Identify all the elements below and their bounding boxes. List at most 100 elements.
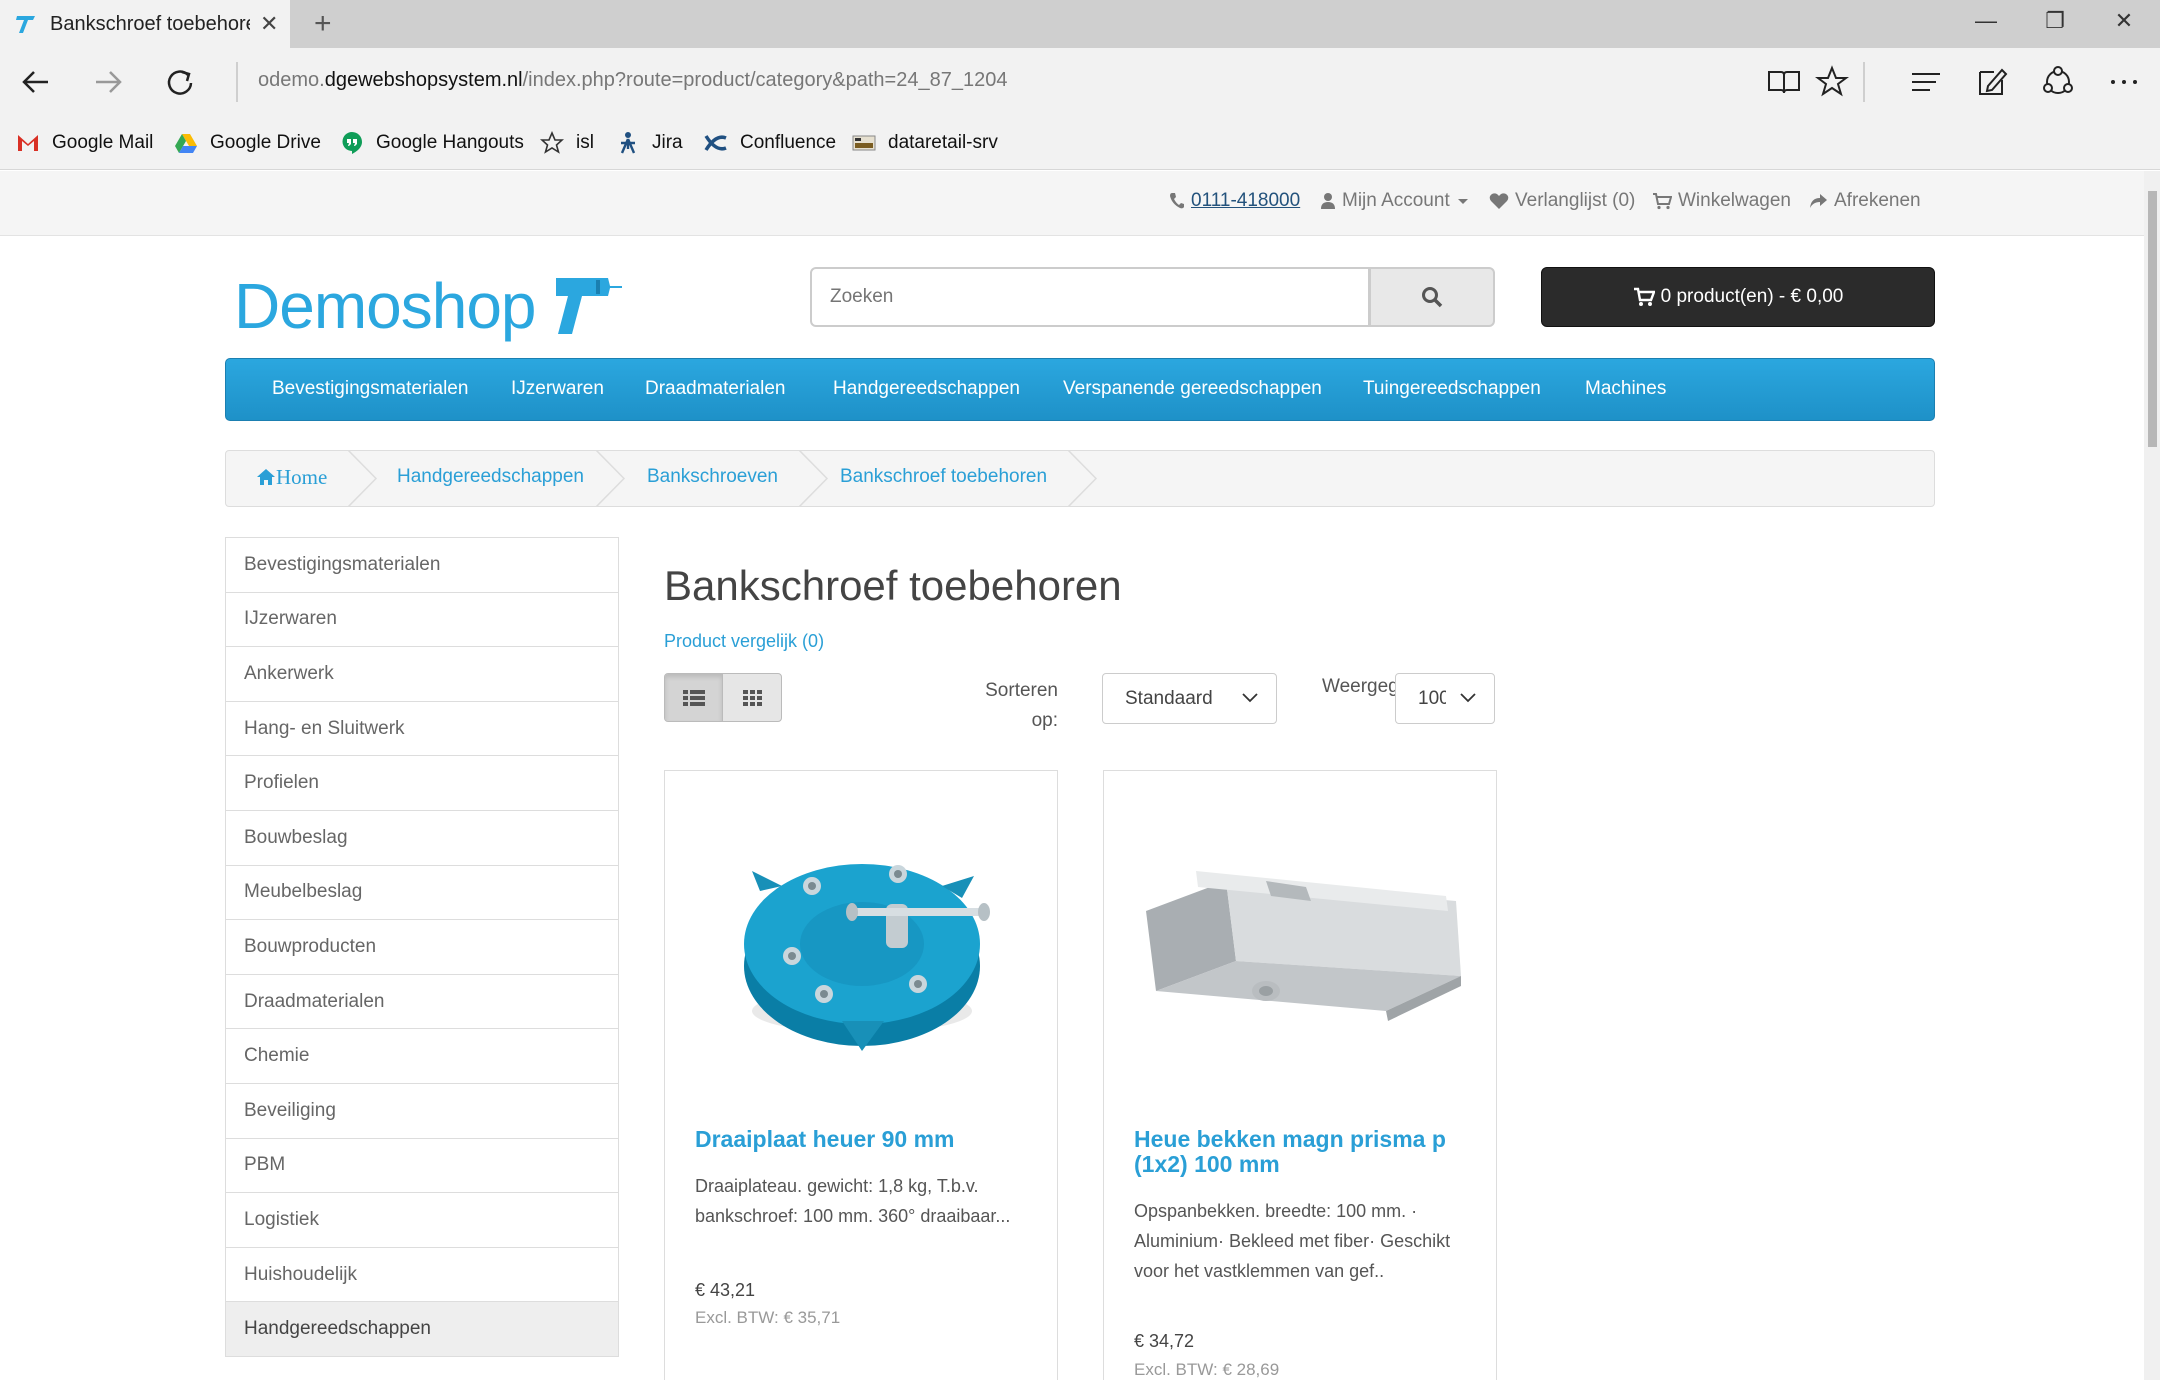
browser-tab[interactable]: Bankschroef toebehoren ✕ xyxy=(0,0,290,48)
share-arrow-icon xyxy=(1810,194,1827,208)
drill-logo-icon xyxy=(556,278,622,334)
breadcrumb-item[interactable]: Handgereedschappen xyxy=(397,466,584,488)
my-account-dropdown[interactable]: Mijn Account xyxy=(1320,190,1470,212)
restore-button[interactable]: ❐ xyxy=(2035,8,2075,34)
favorite-star-icon[interactable] xyxy=(1812,62,1852,102)
sidebar-item[interactable]: Bouwbeslag xyxy=(225,809,619,866)
menu-item-bevestigingsmaterialen[interactable]: Bevestigingsmaterialen xyxy=(272,378,468,400)
limit-label: Weergeg xyxy=(1322,676,1396,697)
tab-close-icon[interactable]: ✕ xyxy=(260,11,278,37)
breadcrumb-home[interactable]: Home xyxy=(256,465,327,490)
favorite-google-drive[interactable]: Google Drive xyxy=(174,130,321,156)
browser-tab-bar: Bankschroef toebehoren ✕ + — ❐ ✕ xyxy=(0,0,2160,48)
heart-icon xyxy=(1489,193,1509,209)
sidebar-item[interactable]: Meubelbeslag xyxy=(225,864,619,921)
breadcrumb-separator xyxy=(348,451,378,506)
menu-item-draadmaterialen[interactable]: Draadmaterialen xyxy=(645,378,785,400)
sort-select[interactable]: Standaard xyxy=(1102,673,1277,724)
cart-summary-button[interactable]: 0 product(en) - € 0,00 xyxy=(1541,267,1935,327)
minimize-button[interactable]: — xyxy=(1966,8,2006,34)
back-icon[interactable] xyxy=(12,58,60,106)
favorite-dataretail-srv[interactable]: dataretail-srv xyxy=(852,130,998,156)
page-title: Bankschroef toebehoren xyxy=(664,562,1122,609)
product-compare-link[interactable]: Product vergelijk (0) xyxy=(664,631,824,652)
top-info-bar: 0111-418000 Mijn Account Verlanglijst (0… xyxy=(0,171,2144,236)
sidebar-item[interactable]: Draadmaterialen xyxy=(225,973,619,1030)
more-icon[interactable] xyxy=(2104,62,2144,102)
jira-icon xyxy=(616,131,640,155)
star-icon xyxy=(540,131,564,155)
favorite-confluence[interactable]: Confluence xyxy=(704,130,836,156)
reading-view-icon[interactable] xyxy=(1764,62,1804,102)
breadcrumb-item-current[interactable]: Bankschroef toebehoren xyxy=(840,466,1047,488)
sidebar-item[interactable]: PBM xyxy=(225,1137,619,1194)
wishlist-link[interactable]: Verlanglijst (0) xyxy=(1489,190,1635,212)
product-image[interactable] xyxy=(1132,811,1470,1071)
sidebar-item[interactable]: Bouwproducten xyxy=(225,919,619,975)
new-tab-button[interactable]: + xyxy=(314,7,332,41)
sidebar-item[interactable]: IJzerwaren xyxy=(225,591,619,648)
shop-logo[interactable]: Demoshop xyxy=(234,269,536,343)
hub-icon[interactable] xyxy=(1906,62,1946,102)
favicon-icon xyxy=(16,16,35,33)
phone-icon xyxy=(1170,193,1184,209)
url-field[interactable]: odemo.dgewebshopsystem.nl/index.php?rout… xyxy=(258,69,1007,92)
search-button[interactable] xyxy=(1369,267,1495,327)
phone-link[interactable]: 0111-418000 xyxy=(1169,190,1300,212)
page-viewport: 0111-418000 Mijn Account Verlanglijst (0… xyxy=(0,171,2144,1380)
scrollbar-thumb[interactable] xyxy=(2148,191,2157,447)
grid-icon xyxy=(743,689,762,706)
menu-item-machines[interactable]: Machines xyxy=(1585,378,1666,400)
sidebar-item[interactable]: Ankerwerk xyxy=(225,646,619,702)
product-card: Draaiplaat heuer 90 mm Draaiplateau. gew… xyxy=(664,770,1058,1380)
sidebar-item[interactable]: Beveiliging xyxy=(225,1082,619,1139)
share-icon[interactable] xyxy=(2038,62,2078,102)
sidebar-item[interactable]: Profielen xyxy=(225,755,619,811)
gmail-icon xyxy=(16,131,40,155)
user-icon xyxy=(1321,193,1335,209)
sidebar-item[interactable]: Hang- en Sluitwerk xyxy=(225,700,619,757)
shopping-cart-link[interactable]: Winkelwagen xyxy=(1652,190,1791,212)
limit-select[interactable]: 100 xyxy=(1395,673,1495,724)
product-name-link[interactable]: Heue bekken magn prisma p (1x2) 100 mm xyxy=(1134,1127,1474,1177)
main-menu: Bevestigingsmaterialen IJzerwaren Draadm… xyxy=(225,358,1935,421)
sidebar-item[interactable]: Bevestigingsmaterialen xyxy=(225,537,619,593)
category-sidebar: Bevestigingsmaterialen IJzerwaren Ankerwer… xyxy=(225,537,619,1357)
menu-item-tuingereedschappen[interactable]: Tuingereedschappen xyxy=(1363,378,1541,400)
search-icon xyxy=(1422,287,1443,308)
chevron-down-icon xyxy=(1242,693,1258,703)
sidebar-item[interactable]: Chemie xyxy=(225,1028,619,1084)
list-view-button[interactable] xyxy=(665,674,723,721)
menu-item-handgereedschappen[interactable]: Handgereedschappen xyxy=(833,378,1020,400)
search-input[interactable] xyxy=(810,267,1370,327)
web-note-icon[interactable] xyxy=(1972,62,2012,102)
sidebar-item[interactable]: Handgereedschappen xyxy=(225,1301,619,1357)
product-price: € 43,21 xyxy=(695,1280,756,1300)
vise-jaws-image xyxy=(1146,871,1461,1021)
menu-item-ijzerwaren[interactable]: IJzerwaren xyxy=(511,378,604,400)
tab-title: Bankschroef toebehoren xyxy=(50,13,250,35)
product-card: Heue bekken magn prisma p (1x2) 100 mm O… xyxy=(1103,770,1497,1380)
checkout-link[interactable]: Afrekenen xyxy=(1808,190,1921,212)
breadcrumb-separator xyxy=(596,451,626,506)
forward-icon[interactable] xyxy=(84,58,132,106)
favorite-google-mail[interactable]: Google Mail xyxy=(16,130,153,156)
favorite-google-hangouts[interactable]: Google Hangouts xyxy=(340,130,524,156)
sidebar-item[interactable]: Logistiek xyxy=(225,1192,619,1248)
favorite-isl[interactable]: isl xyxy=(540,130,594,156)
cart-icon xyxy=(1633,287,1655,306)
close-window-button[interactable]: ✕ xyxy=(2104,8,2144,34)
breadcrumb-item[interactable]: Bankschroeven xyxy=(647,466,778,488)
grid-view-button[interactable] xyxy=(724,674,781,721)
refresh-icon[interactable] xyxy=(156,58,204,106)
view-toggle xyxy=(664,673,782,722)
favorite-jira[interactable]: Jira xyxy=(616,130,683,156)
drive-icon xyxy=(174,131,198,155)
home-icon xyxy=(257,469,275,485)
product-image[interactable] xyxy=(693,811,1031,1071)
sidebar-item[interactable]: Huishoudelijk xyxy=(225,1246,619,1303)
menu-item-verspanende-gereedschappen[interactable]: Verspanende gereedschappen xyxy=(1063,378,1322,400)
product-price-excl-tax: Excl. BTW: € 28,69 xyxy=(1134,1360,1280,1379)
product-name-link[interactable]: Draaiplaat heuer 90 mm xyxy=(695,1127,1035,1152)
page-scrollbar[interactable] xyxy=(2144,171,2160,1380)
